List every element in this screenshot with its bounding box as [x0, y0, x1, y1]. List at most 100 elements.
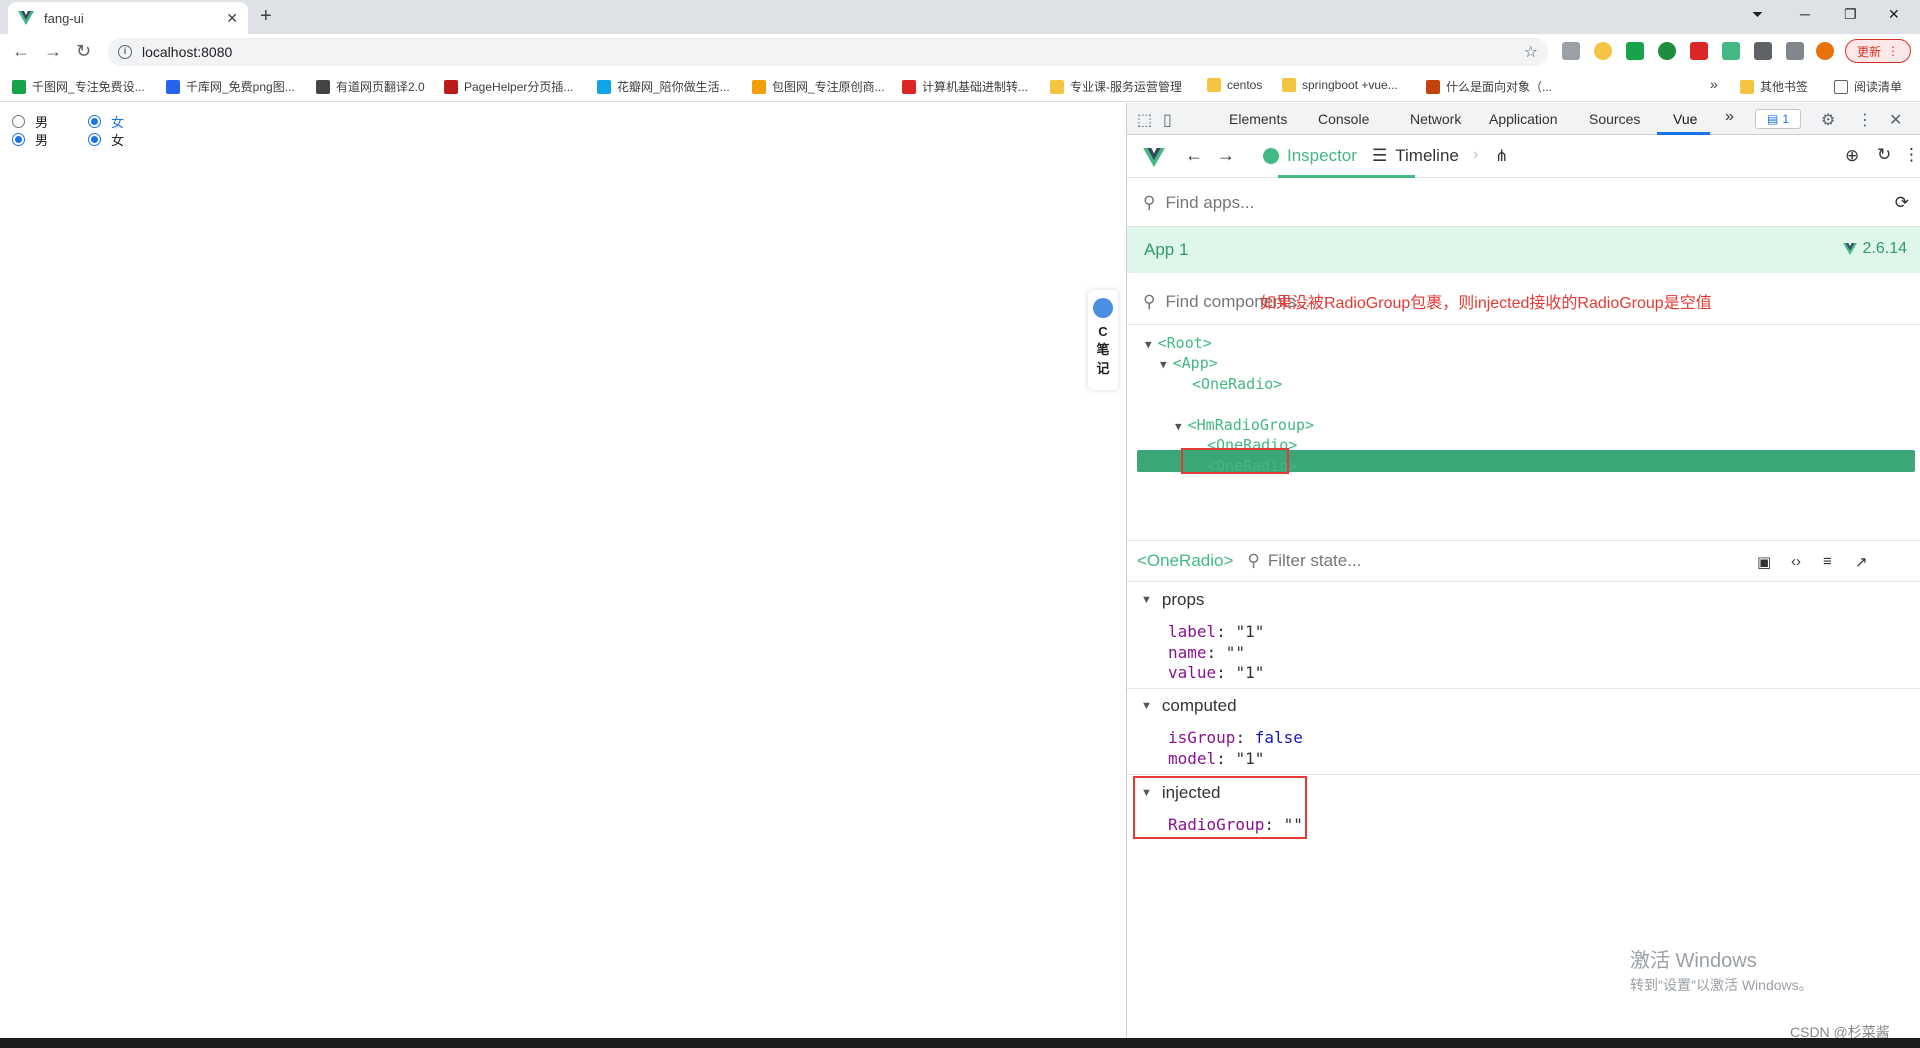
- code-icon[interactable]: ‹›: [1791, 553, 1801, 570]
- extension-icon[interactable]: [1562, 42, 1580, 60]
- expand-triangle-icon[interactable]: ▼: [1160, 358, 1167, 371]
- update-button[interactable]: 更新 ⋮: [1845, 39, 1911, 63]
- component-tree-icon[interactable]: ⋔: [1495, 146, 1508, 166]
- menu-kebab-icon[interactable]: ⋮: [1887, 44, 1899, 58]
- reading-list[interactable]: 阅读清单: [1834, 78, 1902, 95]
- computed-section-toggle[interactable]: ▼ computed: [1141, 696, 1237, 716]
- tab-application[interactable]: Application: [1489, 111, 1558, 127]
- sync-icon[interactable]: ⟳: [1895, 193, 1909, 213]
- component-tree-node[interactable]: ▼ <App>: [1160, 353, 1218, 373]
- tab-console[interactable]: Console: [1318, 111, 1369, 127]
- bookmark-item[interactable]: 什么是面向对象（...: [1426, 78, 1552, 95]
- reading-list-toolbar-icon[interactable]: [1786, 42, 1804, 60]
- vue-menu-icon[interactable]: ⋮: [1903, 145, 1920, 165]
- back-arrow-icon[interactable]: ←: [12, 42, 30, 60]
- component-tree-node[interactable]: <OneRadio>: [1175, 374, 1282, 394]
- bookmark-item[interactable]: springboot +vue...: [1282, 78, 1398, 92]
- component-name: <OneRadio>: [1192, 395, 1283, 413]
- bookmark-item[interactable]: 花瓣网_陪你做生活...: [597, 78, 730, 95]
- forward-arrow-icon[interactable]: →: [44, 42, 62, 60]
- bookmark-item[interactable]: 专业课-服务运营管理: [1050, 78, 1182, 95]
- tab-network[interactable]: Network: [1410, 111, 1461, 127]
- component-tree-node[interactable]: <OneRadio>: [1175, 394, 1282, 414]
- bookmark-favicon-icon: [444, 79, 458, 94]
- watermark-line-2: 转到"设置"以激活 Windows。: [1630, 977, 1813, 993]
- minimize-icon[interactable]: ─: [1800, 6, 1810, 22]
- settings-gear-icon[interactable]: ⚙: [1821, 110, 1835, 130]
- props-section-toggle[interactable]: ▼ props: [1141, 590, 1204, 610]
- bookmark-label: 计算机基础进制转...: [922, 80, 1029, 94]
- vue-logo-icon: [1143, 148, 1165, 167]
- bookmark-label: centos: [1227, 78, 1263, 92]
- other-bookmarks-folder[interactable]: 其他书签: [1740, 78, 1808, 95]
- bookmark-item[interactable]: 包图网_专注原创商...: [752, 78, 885, 95]
- more-tabs-icon[interactable]: »: [1725, 108, 1734, 126]
- evernote-extension-icon[interactable]: [1658, 42, 1676, 60]
- tab-elements[interactable]: Elements: [1229, 111, 1287, 127]
- expand-triangle-icon[interactable]: ▼: [1145, 338, 1152, 351]
- profile-avatar[interactable]: [1816, 42, 1834, 60]
- bookmark-item[interactable]: 千库网_免费png图...: [166, 78, 295, 95]
- open-in-editor-icon[interactable]: ↗: [1855, 553, 1868, 571]
- vue-devtools-extension-icon[interactable]: [1722, 42, 1740, 60]
- moon-extension-icon[interactable]: [1594, 42, 1612, 60]
- prop-row[interactable]: name: "": [1168, 643, 1245, 662]
- devtools-menu-icon[interactable]: ⋮: [1857, 110, 1873, 130]
- devtools-close-icon[interactable]: ✕: [1889, 110, 1902, 130]
- filter-state-input[interactable]: ⚲ Filter state...: [1247, 551, 1361, 571]
- bookmark-item[interactable]: 千图网_专注免费设...: [12, 78, 145, 95]
- other-bookmarks-label: 其他书签: [1760, 80, 1809, 94]
- restore-icon[interactable]: ❐: [1844, 6, 1857, 23]
- tab-inspector[interactable]: Inspector: [1263, 146, 1357, 166]
- app-list-item[interactable]: App 1 2.6.14: [1127, 227, 1920, 273]
- tab-close-icon[interactable]: ✕: [226, 10, 238, 27]
- computed-row[interactable]: isGroup: false: [1168, 728, 1303, 747]
- component-name: <Root>: [1157, 334, 1212, 352]
- profile-dropdown-icon[interactable]: ⏷: [1752, 6, 1763, 23]
- bookmark-item[interactable]: 计算机基础进制转...: [902, 78, 1028, 95]
- issues-badge[interactable]: ▤ 1: [1755, 109, 1801, 129]
- browser-tab[interactable]: fang-ui ✕: [8, 2, 248, 34]
- c-note-sidebar-widget[interactable]: C 笔 记: [1088, 290, 1118, 390]
- window-close-icon[interactable]: ✕: [1888, 6, 1900, 23]
- reload-icon[interactable]: ↻: [76, 42, 91, 60]
- radio-row-1: 男 女: [12, 112, 164, 131]
- tab-timeline[interactable]: ☰ Timeline: [1372, 146, 1459, 166]
- console-log-icon[interactable]: ≡: [1823, 553, 1832, 570]
- find-apps-placeholder: Find apps...: [1165, 192, 1255, 212]
- prop-row[interactable]: value: "1": [1168, 663, 1264, 682]
- device-toolbar-icon[interactable]: ▯: [1163, 110, 1172, 130]
- prop-row[interactable]: label: "1": [1168, 622, 1264, 641]
- find-apps-input[interactable]: ⚲ Find apps... ⟳: [1127, 179, 1920, 227]
- scroll-to-component-icon[interactable]: ▣: [1757, 553, 1771, 571]
- address-bar[interactable]: i localhost:8080 ☆: [108, 38, 1548, 66]
- computed-row[interactable]: model: "1": [1168, 749, 1264, 768]
- csdn-extension-icon[interactable]: [1690, 42, 1708, 60]
- radio-label: 男: [35, 133, 49, 148]
- bookmark-item[interactable]: PageHelper分页插...: [444, 78, 573, 95]
- tab-vue[interactable]: Vue: [1673, 111, 1697, 127]
- refresh-icon[interactable]: ↻: [1877, 145, 1891, 165]
- more-bookmarks-icon[interactable]: »: [1710, 76, 1718, 92]
- tab-sources[interactable]: Sources: [1589, 111, 1640, 127]
- inspect-element-icon[interactable]: ⬚: [1137, 110, 1152, 130]
- radio-female-2[interactable]: [88, 133, 102, 146]
- bookmark-item[interactable]: centos: [1207, 78, 1262, 92]
- radio-male-2[interactable]: [12, 133, 25, 146]
- target-select-icon[interactable]: ⊕: [1845, 146, 1859, 166]
- green-extension-icon[interactable]: [1626, 42, 1644, 60]
- site-info-icon[interactable]: i: [118, 45, 132, 59]
- bookmark-item[interactable]: 有道网页翻译2.0: [316, 78, 425, 95]
- expand-triangle-icon[interactable]: ▼: [1175, 420, 1182, 433]
- component-tree-node[interactable]: ▼ <Root>: [1145, 333, 1212, 353]
- radio-female-1[interactable]: [88, 115, 102, 128]
- component-tree: ▼ <Root> ▼ <App> <OneRadio> <OneRadio> ▼ <HmRad…: [1127, 325, 1920, 643]
- bookmark-star-icon[interactable]: ☆: [1524, 42, 1538, 62]
- back-icon[interactable]: ←: [1185, 145, 1203, 166]
- radio-male-1[interactable]: [12, 115, 25, 128]
- new-tab-button[interactable]: +: [260, 6, 272, 26]
- search-icon: ⚲: [1143, 291, 1156, 311]
- puzzle-extensions-icon[interactable]: [1754, 42, 1772, 60]
- component-tree-node[interactable]: ▼ <HmRadioGroup>: [1175, 415, 1314, 435]
- forward-icon[interactable]: →: [1217, 145, 1235, 166]
